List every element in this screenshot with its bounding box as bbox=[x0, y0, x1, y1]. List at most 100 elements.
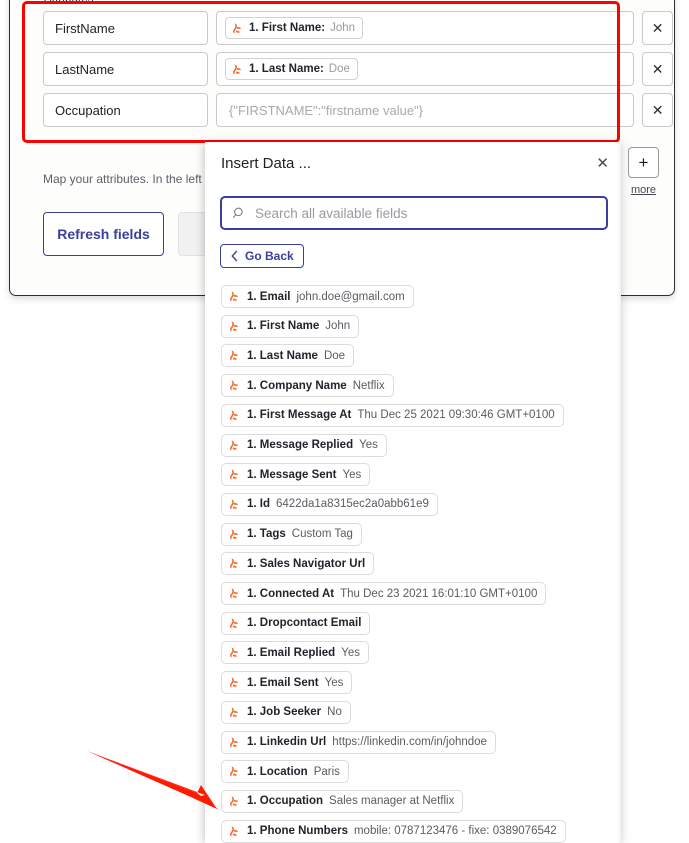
field-item-value: Netflix bbox=[352, 379, 385, 392]
field-list-item[interactable]: 1. Email Sent Yes bbox=[221, 671, 353, 695]
field-item-label: 1. Tags bbox=[247, 528, 286, 541]
refresh-fields-button[interactable]: Refresh fields bbox=[43, 212, 164, 256]
field-list-item[interactable]: 1. Id 6422da1a8315ec2a0abb61e9 bbox=[221, 492, 438, 516]
field-item-label: 1. Phone Numbers bbox=[247, 825, 348, 838]
field-list-item[interactable]: 1. Connected At Thu Dec 23 2021 16:01:10 … bbox=[221, 582, 547, 605]
merge-field-icon bbox=[230, 499, 239, 510]
close-panel-button[interactable]: ✕ bbox=[596, 156, 609, 171]
merge-field-icon bbox=[230, 469, 239, 480]
field-item-label: 1. Id bbox=[247, 498, 271, 511]
search-input[interactable]: Search all available fields bbox=[220, 196, 608, 230]
attribute-value-placeholder: {"FIRSTNAME":"firstname value"} bbox=[229, 102, 424, 118]
field-list-item[interactable]: 1. Phone Numbers mobile: 0787123476 - fix… bbox=[221, 819, 566, 843]
merge-field-icon bbox=[230, 707, 239, 718]
attribute-value-input[interactable]: 1. Last Name: Doe bbox=[216, 52, 635, 86]
field-list-item[interactable]: 1. Company Name Netflix bbox=[221, 374, 394, 398]
close-icon: ✕ bbox=[651, 19, 664, 36]
attribute-name-input[interactable]: LastName bbox=[43, 52, 209, 86]
available-fields-list[interactable]: 1. Email john.doe@gmail.com 1. First Name J… bbox=[205, 282, 621, 843]
field-item-value: john.doe@gmail.com bbox=[296, 290, 405, 303]
field-item-label: 1. Message Replied bbox=[247, 439, 354, 451]
field-item-value: Thu Dec 23 2021 16:01:10 GMT+0100 bbox=[340, 587, 538, 600]
field-list-item[interactable]: 1. Message Sent Yes bbox=[221, 463, 371, 487]
go-back-button[interactable]: Go Back bbox=[220, 244, 304, 268]
field-list-item[interactable]: 1. Job Seeker No bbox=[221, 700, 351, 724]
insert-data-panel: Insert Data ... ✕ Search all available f… bbox=[205, 142, 621, 843]
field-item-label: 1. Sales Navigator Url bbox=[247, 557, 366, 570]
field-list-item[interactable]: 1. First Message At Thu Dec 25 2021 09:30… bbox=[221, 403, 564, 427]
remove-attribute-button[interactable]: ✕ bbox=[642, 52, 673, 86]
merge-field-icon bbox=[230, 351, 239, 361]
more-link[interactable]: more bbox=[628, 184, 659, 196]
field-list-item[interactable]: 1. Dropcontact Email bbox=[221, 611, 371, 635]
field-list-item[interactable]: 1. Occupation Sales manager at Netflix bbox=[221, 789, 464, 813]
attribute-value-input[interactable]: 1. First Name: John bbox=[216, 11, 635, 45]
merge-field-icon bbox=[230, 558, 239, 569]
merge-field-icon bbox=[230, 440, 239, 450]
add-attribute-button[interactable]: + bbox=[628, 147, 659, 178]
field-item-value: Yes bbox=[342, 468, 362, 481]
close-icon: ✕ bbox=[596, 155, 609, 172]
field-item-value: 6422da1a8315ec2a0abb61e9 bbox=[276, 498, 429, 511]
field-item-label: 1. Dropcontact Email bbox=[247, 617, 362, 630]
token-label: 1. Last Name: bbox=[249, 63, 324, 75]
search-icon bbox=[232, 207, 243, 218]
field-item-label: 1. Linkedin Url bbox=[247, 736, 327, 748]
field-item-label: 1. Message Sent bbox=[247, 468, 337, 481]
merge-field-icon bbox=[230, 766, 239, 777]
merge-field-icon bbox=[230, 291, 239, 302]
merge-field-icon bbox=[230, 618, 239, 629]
attribute-row: FirstName 1. First Name: John ✕ bbox=[43, 11, 673, 45]
refresh-fields-label: Refresh fields bbox=[57, 226, 150, 242]
field-list-item[interactable]: 1. Message Replied Yes bbox=[221, 433, 387, 457]
merge-field-icon bbox=[230, 648, 239, 658]
field-item-value: Thu Dec 25 2021 09:30:46 GMT+0100 bbox=[357, 409, 555, 422]
remove-attribute-button[interactable]: ✕ bbox=[642, 93, 673, 127]
merge-field-icon bbox=[230, 796, 239, 807]
field-item-value: Doe bbox=[323, 349, 346, 362]
field-item-value: Custom Tag bbox=[291, 528, 353, 541]
merge-field-icon bbox=[230, 737, 239, 747]
field-list-item[interactable]: 1. Email Replied Yes bbox=[221, 641, 369, 665]
field-item-label: 1. First Name bbox=[247, 320, 320, 333]
field-item-label: 1. Email Replied bbox=[247, 646, 336, 659]
field-item-label: 1. Email bbox=[247, 290, 291, 303]
field-item-value: No bbox=[327, 706, 342, 719]
plus-icon: + bbox=[638, 152, 649, 172]
insert-data-title: Insert Data ... bbox=[221, 155, 312, 172]
attribute-name-input[interactable]: Occupation bbox=[43, 93, 208, 127]
attribute-value-input[interactable]: {"FIRSTNAME":"firstname value"} bbox=[216, 93, 635, 127]
field-item-value: Paris bbox=[313, 765, 340, 778]
field-item-label: 1. Email Sent bbox=[247, 676, 319, 689]
attribute-name-value: FirstName bbox=[55, 20, 115, 36]
remove-attribute-button[interactable]: ✕ bbox=[642, 11, 673, 45]
merge-token[interactable]: 1. First Name: John bbox=[225, 17, 364, 39]
attribute-name-input[interactable]: FirstName bbox=[43, 11, 209, 45]
attributes-section-label: Attributes bbox=[44, 0, 94, 5]
merge-field-icon bbox=[230, 529, 239, 539]
field-list-item[interactable]: 1. Tags Custom Tag bbox=[221, 522, 362, 546]
field-item-value: https://linkedin.com/in/johndoe bbox=[332, 736, 487, 748]
field-item-label: 1. First Message At bbox=[247, 409, 352, 422]
chevron-left-icon bbox=[231, 250, 238, 262]
attributes-helper-text: Map your attributes. In the left colu bbox=[43, 172, 228, 186]
field-item-value: Sales manager at Netflix bbox=[329, 795, 455, 808]
token-label: 1. First Name: bbox=[249, 22, 326, 34]
merge-token[interactable]: 1. Last Name: Doe bbox=[225, 58, 358, 80]
field-list-item[interactable]: 1. Email john.doe@gmail.com bbox=[221, 285, 414, 308]
field-item-label: 1. Last Name bbox=[247, 349, 318, 362]
field-item-value: mobile: 0787123476 - fixe: 0389076542 bbox=[353, 825, 557, 838]
field-list-item[interactable]: 1. Sales Navigator Url bbox=[221, 552, 375, 576]
field-item-value: Yes bbox=[341, 646, 360, 659]
merge-field-icon bbox=[230, 588, 239, 599]
field-list-item[interactable]: 1. Location Paris bbox=[221, 760, 349, 784]
close-icon: ✕ bbox=[651, 60, 664, 77]
merge-field-icon bbox=[230, 321, 239, 332]
panel-scrollbar[interactable] bbox=[617, 142, 621, 843]
field-list-item[interactable]: 1. Linkedin Url https://linkedin.com/in/j… bbox=[221, 730, 496, 754]
field-list-item[interactable]: 1. First Name John bbox=[221, 314, 360, 338]
field-list-item[interactable]: 1. Last Name Doe bbox=[221, 344, 355, 368]
close-icon: ✕ bbox=[651, 101, 664, 118]
field-item-label: 1. Connected At bbox=[247, 587, 335, 600]
attribute-row: LastName 1. Last Name: Doe ✕ bbox=[43, 52, 673, 86]
